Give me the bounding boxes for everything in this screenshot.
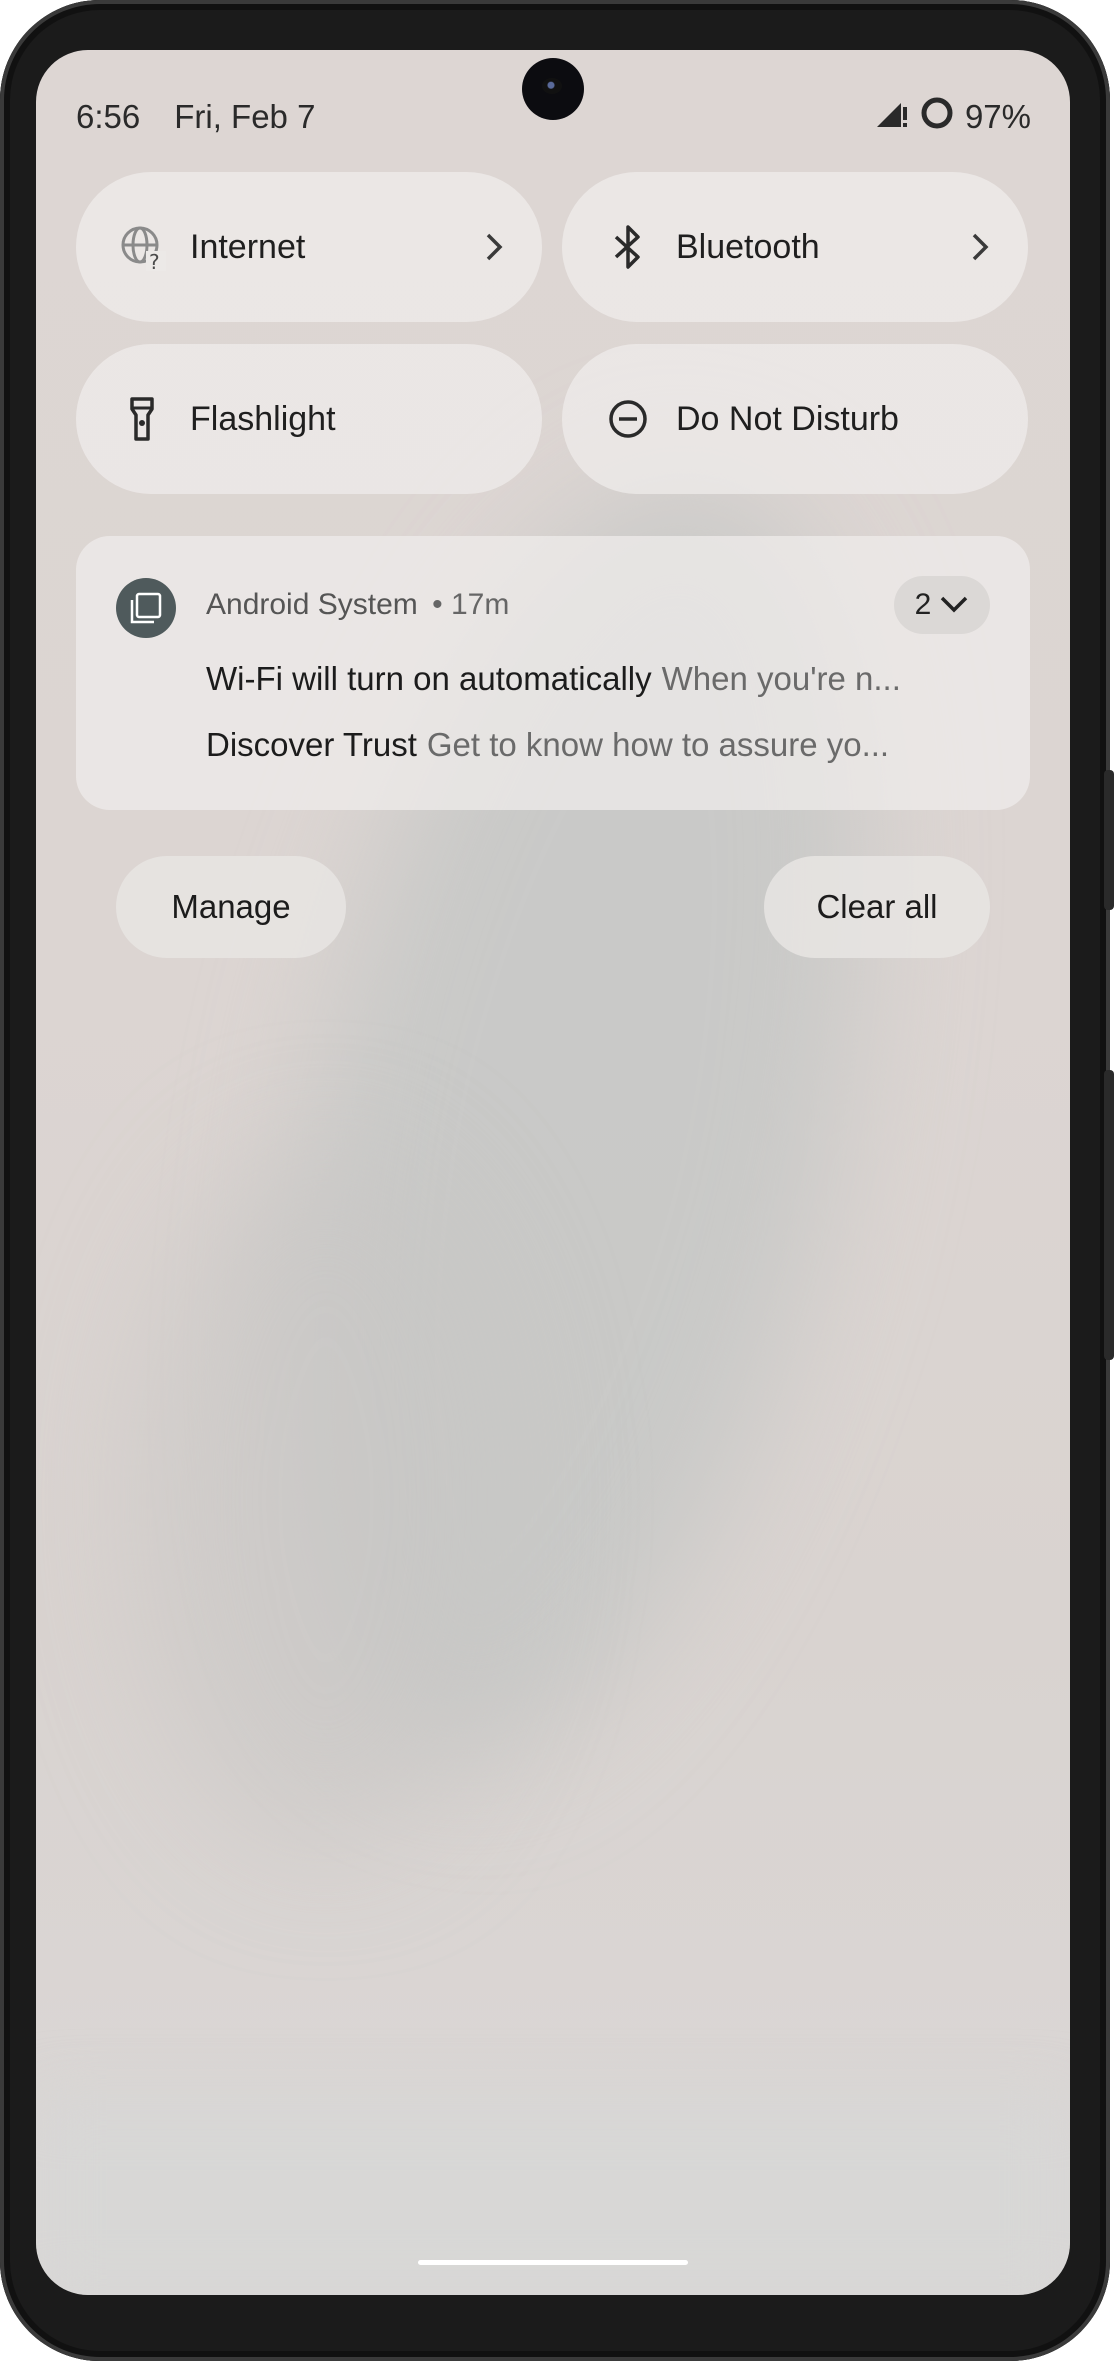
wallpaper-blur [36, 2100, 1070, 2295]
notification-app-name: Android System [206, 588, 418, 621]
notification-count: 2 [914, 588, 932, 621]
notification-header: Android System • 17m [206, 588, 509, 622]
tile-label: Flashlight [190, 399, 336, 438]
do-not-disturb-icon [604, 395, 652, 443]
clear-all-button[interactable]: Clear all [764, 856, 990, 958]
battery-ring-icon [919, 95, 955, 139]
status-date: Fri, Feb 7 [174, 98, 316, 135]
chevron-down-icon [939, 588, 969, 622]
notification-shade: 6:56 Fri, Feb 7 97% ? Internet Bluetooth… [36, 50, 1070, 2295]
tile-internet[interactable]: ? Internet [76, 172, 542, 322]
tile-do-not-disturb[interactable]: Do Not Disturb [562, 344, 1028, 494]
flashlight-icon [118, 395, 166, 443]
notification-item-body: Get to know how to assure yo... [426, 726, 890, 763]
phone-frame: 6:56 Fri, Feb 7 97% ? Internet Bluetooth… [0, 0, 1114, 2361]
battery-percent: 97% [964, 98, 1031, 135]
globe-question-icon: ? [118, 223, 166, 271]
notification-item-title: Discover Trust [206, 726, 417, 763]
status-time: 6:56 [76, 98, 141, 135]
tile-label: Do Not Disturb [676, 399, 899, 438]
status-bar: 6:56 Fri, Feb 7 97% [76, 94, 1031, 140]
power-button [1104, 770, 1114, 910]
notification-item-body: When you're n... [661, 660, 901, 697]
tile-flashlight[interactable]: Flashlight [76, 344, 542, 494]
manage-button[interactable]: Manage [116, 856, 346, 958]
notification-time: • 17m [432, 588, 510, 621]
chevron-right-icon[interactable] [970, 229, 994, 265]
tile-label: Bluetooth [676, 227, 820, 266]
notification-item-title: Wi-Fi will turn on automatically [206, 660, 652, 697]
expand-notification-button[interactable]: 2 [894, 576, 990, 634]
chevron-right-icon[interactable] [484, 229, 508, 265]
tile-label: Internet [190, 227, 306, 266]
cell-signal-warning-icon [875, 97, 909, 137]
android-system-app-icon [116, 578, 176, 638]
notification-item[interactable]: Discover Trust Get to know how to assure … [206, 726, 996, 764]
tile-bluetooth[interactable]: Bluetooth [562, 172, 1028, 322]
wallpaper-blur [136, 1150, 516, 1850]
bluetooth-icon [604, 223, 652, 271]
gesture-navigation-bar[interactable] [418, 2260, 688, 2265]
svg-text:?: ? [149, 250, 160, 271]
notification-card[interactable]: Android System • 17m 2 Wi-Fi will turn o… [76, 536, 1030, 810]
notification-item[interactable]: Wi-Fi will turn on automatically When you… [206, 660, 996, 698]
volume-button [1104, 1070, 1114, 1360]
